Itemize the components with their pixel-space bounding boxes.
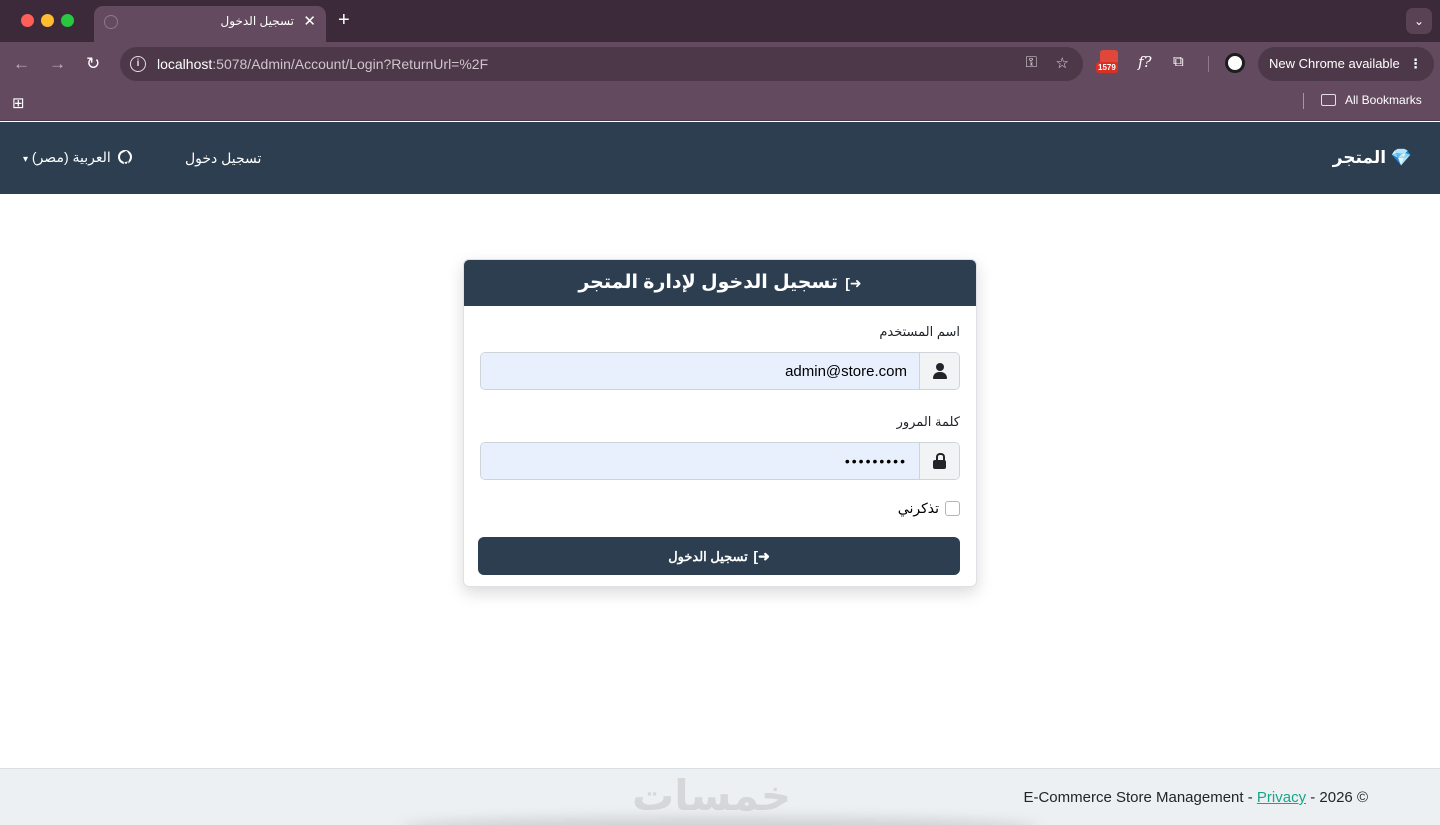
language-label: العربية (مصر) [31,149,111,165]
language-dropdown[interactable]: ▾ العربية (مصر) [23,149,132,166]
chrome-update-button[interactable]: New Chrome available ⋮ [1258,47,1434,81]
sign-in-icon: ➜] [753,547,770,564]
window-minimize-button[interactable] [41,14,54,27]
caret-down-icon: ▾ [23,154,29,165]
app-navbar: 💎 المتجر تسجيل دخول ▾ العربية (مصر) [0,122,1440,194]
brand-label: المتجر [1332,148,1387,167]
watermark-logo: خمسات [632,772,792,819]
login-card-header: ➜] تسجيل الدخول لإدارة المتجر [464,260,976,306]
login-form: اسم المستخدم كلمة المرور تذكرني ➜] تسجيل… [464,306,976,586]
url-text[interactable]: localhost:5078/Admin/Account/Login?Retur… [157,56,488,72]
puzzle-icon[interactable]: ⧉ [1173,53,1184,70]
site-info-icon[interactable]: i [130,56,146,72]
brand-link[interactable]: 💎 المتجر [1333,148,1412,168]
bookmarks-bar: ⊞ All Bookmarks [0,86,1440,121]
remember-me-checkbox[interactable] [945,501,960,516]
sign-in-icon: ➜] [845,275,862,291]
apps-grid-icon[interactable]: ⊞ [12,94,25,112]
browser-tab-active[interactable]: تسجيل الدخول ✕ [94,6,326,42]
new-tab-button[interactable]: + [338,9,350,31]
window-close-button[interactable] [21,14,34,27]
chrome-update-label: New Chrome available [1269,56,1400,71]
folder-icon [1321,94,1336,106]
username-input[interactable] [481,353,919,389]
page-footer: خمسات E-Commerce Store Management - Priv… [0,768,1440,825]
nav-login-link[interactable]: تسجيل دخول [185,150,261,167]
remember-me-label[interactable]: تذكرني [898,500,939,517]
chrome-menu-icon[interactable]: ⋮ [1409,47,1422,81]
globe-icon [117,150,132,165]
password-addon [919,443,959,479]
username-addon [919,353,959,389]
login-card: ➜] تسجيل الدخول لإدارة المتجر اسم المستخ… [463,259,977,587]
browser-tabstrip: تسجيل الدخول ✕ + ⌄ [0,0,1440,42]
user-icon [932,363,947,379]
username-group [480,352,960,390]
login-title: تسجيل الدخول لإدارة المتجر [578,272,838,293]
footer-suffix: - 2026 © [1306,789,1368,806]
tab-search-button[interactable]: ⌄ [1406,8,1432,34]
privacy-link[interactable]: Privacy [1257,789,1306,806]
browser-toolbar: ← → ↻ i localhost:5078/Admin/Account/Log… [0,42,1440,86]
login-submit-button[interactable]: ➜] تسجيل الدخول [478,537,960,575]
remember-me-row[interactable]: تذكرني [480,500,960,517]
back-button[interactable]: ← [13,54,30,74]
key-icon[interactable]: ⚿ [1026,54,1037,71]
password-group [480,442,960,480]
username-label: اسم المستخدم [879,324,960,339]
star-icon[interactable]: ☆ [1056,54,1069,72]
extension-fx-button[interactable]: f? [1138,53,1152,71]
extension-badge: 1579 [1096,62,1118,73]
password-label: كلمة المرور [896,414,960,429]
footer-copyright: E-Commerce Store Management - Privacy - … [1023,789,1368,806]
tab-favicon-icon [104,15,118,29]
bookmarks-divider [1303,93,1304,109]
all-bookmarks-link[interactable]: All Bookmarks [1345,93,1422,107]
footer-prefix: E-Commerce Store Management - [1023,789,1257,806]
extension-gift-button[interactable]: 1579 [1096,48,1122,74]
footer-shadow [400,817,1040,825]
profile-avatar[interactable] [1225,53,1245,73]
password-input[interactable] [481,443,919,479]
forward-button[interactable]: → [49,54,66,74]
lock-icon [933,453,946,469]
window-zoom-button[interactable] [61,14,74,27]
address-bar[interactable]: i localhost:5078/Admin/Account/Login?Ret… [120,47,1083,81]
tab-title: تسجيل الدخول [220,14,294,28]
tab-close-icon[interactable]: ✕ [303,12,316,30]
gem-icon: 💎 [1390,148,1412,167]
toolbar-divider [1208,56,1209,72]
login-submit-label: تسجيل الدخول [668,548,748,564]
reload-button[interactable]: ↻ [86,54,100,74]
